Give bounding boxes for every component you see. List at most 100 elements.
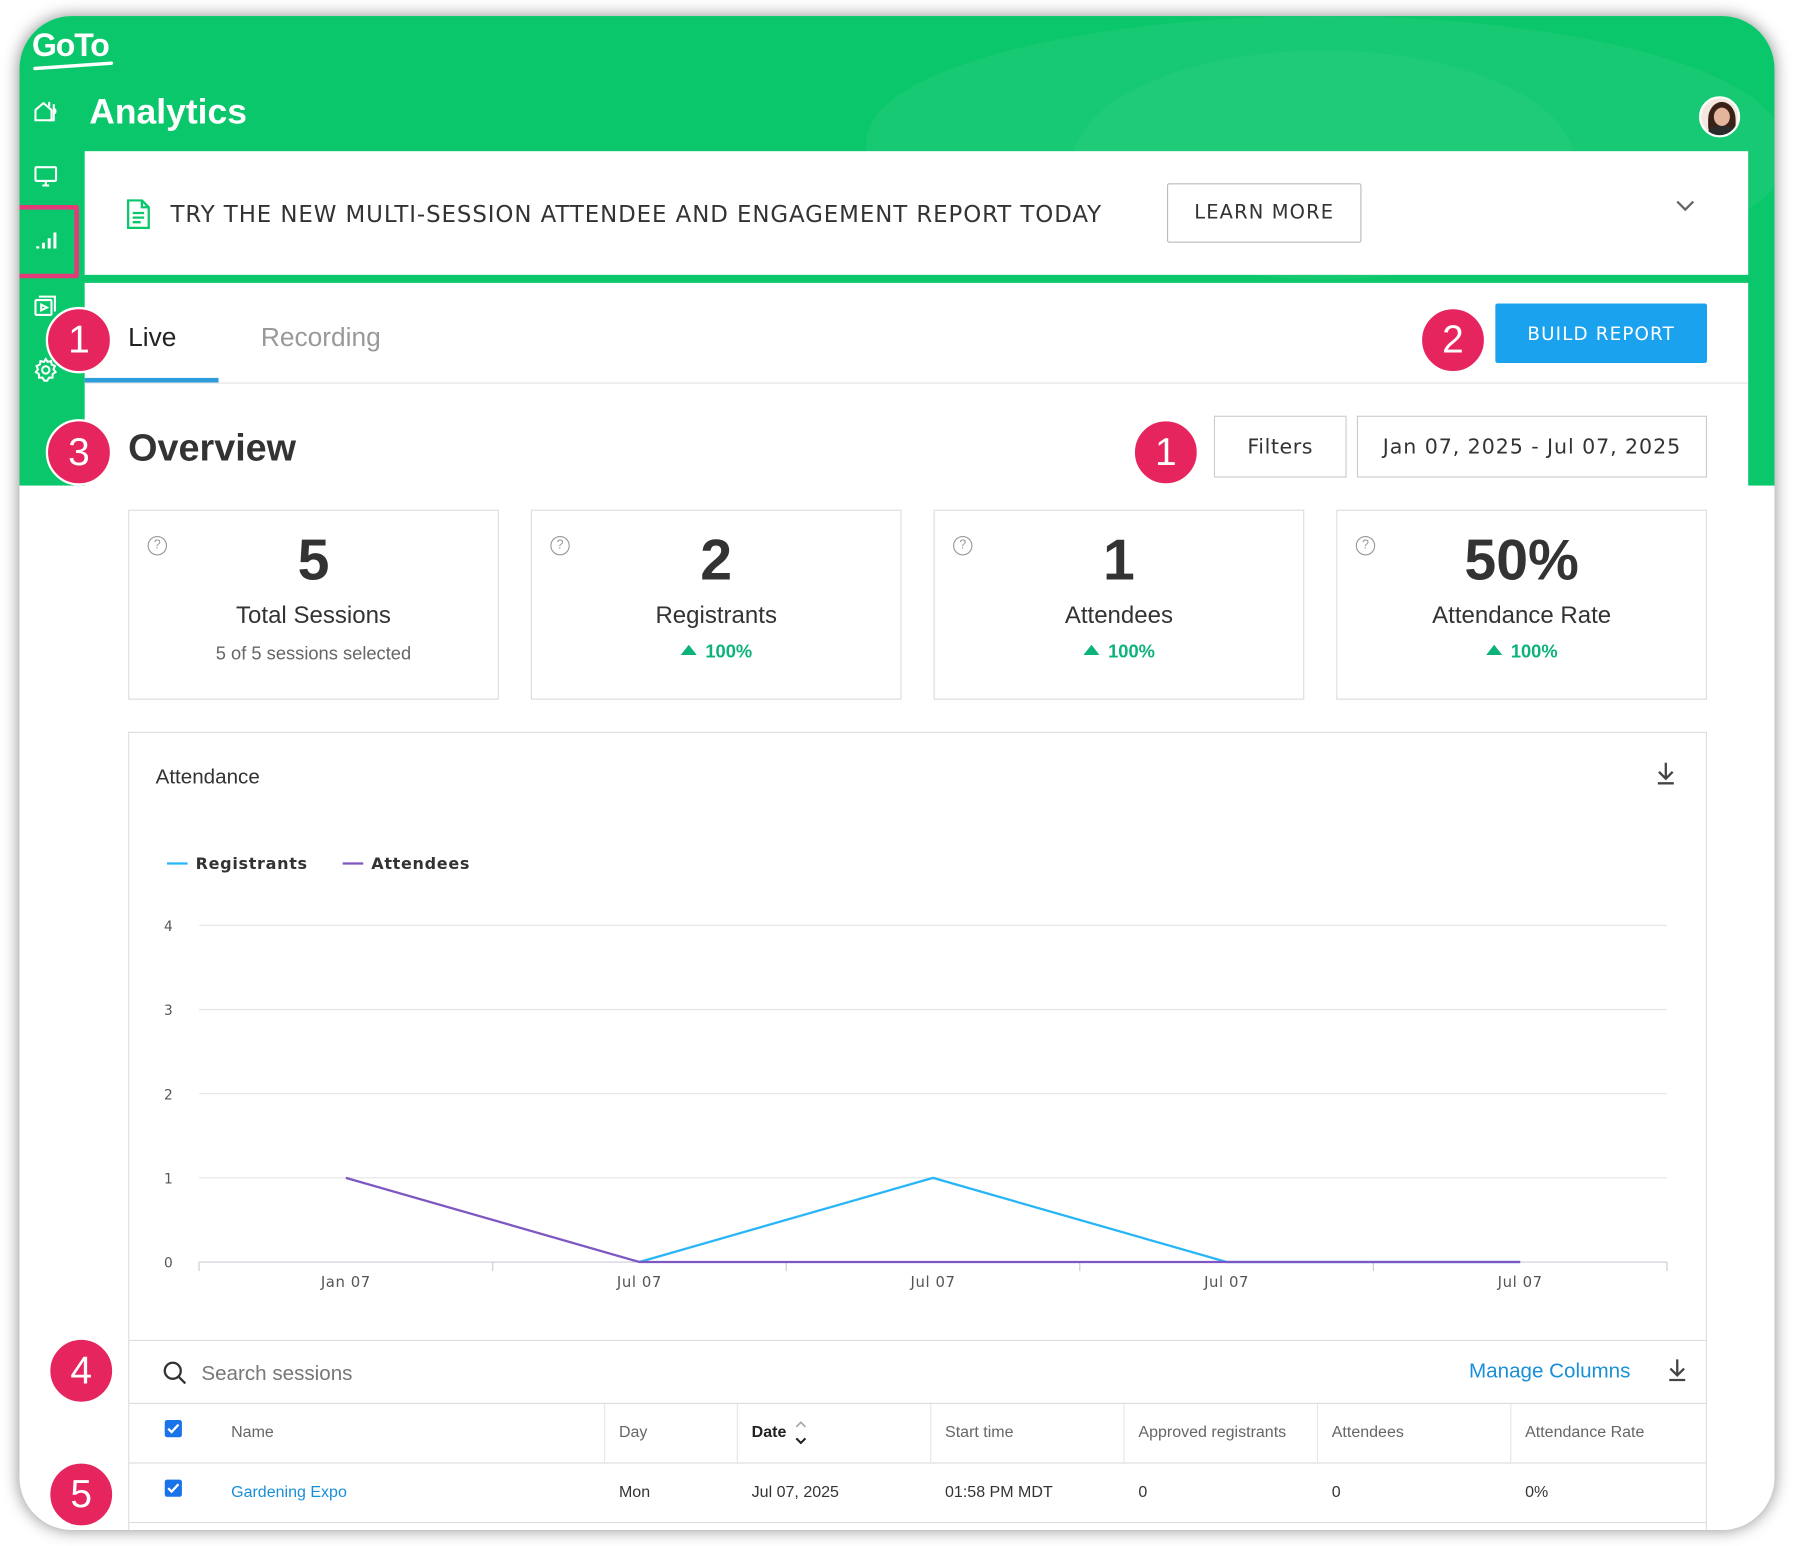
trend-up-icon [680, 644, 697, 656]
kpi-attendees: ? 1 Attendees 100% [933, 509, 1305, 700]
date-range-picker[interactable]: Jan 07, 2025 - Jul 07, 2025 [1356, 415, 1707, 478]
column-header-attendance-rate[interactable]: Attendance Rate [1525, 1422, 1644, 1440]
y-tick-label: 1 [164, 1172, 173, 1188]
kpi-delta: 100% [532, 642, 900, 663]
annotation-badge: 1 [1132, 419, 1200, 486]
sort-icon[interactable] [794, 1418, 808, 1448]
home-icon[interactable] [31, 96, 61, 126]
download-icon[interactable] [1666, 1357, 1689, 1382]
y-tick-label: 3 [164, 1003, 173, 1019]
column-divider [1316, 1404, 1319, 1464]
column-header-approved-registrants[interactable]: Approved registrants [1138, 1422, 1286, 1440]
x-tick-label: Jul 07 [910, 1273, 956, 1291]
x-tick-label: Jan 07 [320, 1273, 371, 1291]
session-name-link[interactable]: Gardening Expo [231, 1482, 347, 1500]
kpi-value: 2 [700, 527, 733, 593]
legend-label: Attendees [371, 854, 470, 873]
document-icon [126, 199, 150, 230]
attendance-chart-card: Attendance Registrants Attendees 0 1 2 3 4 Jan … [128, 731, 1707, 1530]
kpi-label: Registrants [655, 602, 777, 629]
filters-button[interactable]: Filters [1213, 415, 1347, 478]
kpi-delta: 100% [1337, 642, 1705, 663]
page-title: Analytics [89, 91, 247, 132]
kpi-value: 50% [1464, 527, 1579, 593]
session-approved-registrants: 0 [1138, 1481, 1148, 1501]
column-header-start-time[interactable]: Start time [945, 1422, 1014, 1440]
column-divider [736, 1404, 738, 1464]
build-report-button[interactable]: BUILD REPORT [1495, 303, 1707, 364]
promo-banner: TRY THE NEW MULTI-SESSION ATTENDEE AND E… [84, 151, 1749, 275]
kpi-label: Total Sessions [236, 602, 391, 629]
row-checkbox[interactable] [164, 1479, 182, 1497]
tab-bar: Live Recording BUILD REPORT [84, 283, 1749, 384]
kpi-delta: 100% [935, 642, 1303, 663]
kpi-value: 5 [297, 527, 330, 593]
table-header: Name Day Date Start time Approved regist… [129, 1404, 1706, 1464]
kpi-attendance-rate: ? 50% Attendance Rate 100% [1336, 509, 1707, 700]
search-icon [163, 1361, 187, 1385]
annotation-badge: 5 [48, 1461, 115, 1528]
kpi-registrants: ? 2 Registrants 100% [530, 509, 902, 700]
kpi-subtext: 5 of 5 sessions selected [215, 644, 412, 665]
column-divider [604, 1404, 606, 1464]
window-frame: GoTo Analytics TRY THE NEW MULTI-SESSION… [19, 16, 1775, 1530]
y-tick-label: 2 [164, 1087, 173, 1103]
x-tick-label: Jul 07 [616, 1273, 662, 1291]
trend-up-icon [1485, 644, 1502, 656]
column-header-date[interactable]: Date [752, 1422, 787, 1440]
sidebar: GoTo [19, 16, 114, 486]
table-row[interactable]: Gardening Expo Mon Jul 07, 2025 01:58 PM… [129, 1464, 1706, 1524]
x-tick-label: Jul 07 [1203, 1273, 1249, 1291]
session-date: Jul 07, 2025 [751, 1481, 839, 1501]
column-divider [1510, 1404, 1512, 1464]
session-day: Mon [618, 1481, 651, 1501]
bar-chart-icon[interactable] [31, 226, 61, 256]
chart-title: Attendance [155, 764, 260, 788]
session-attendees: 0 [1331, 1481, 1341, 1501]
column-divider [930, 1404, 932, 1464]
kpi-delta-value: 100% [1510, 642, 1558, 662]
session-start-time: 01:58 PM MDT [945, 1481, 1053, 1501]
kpi-delta-value: 100% [1108, 642, 1155, 662]
kpi-value: 1 [1103, 527, 1135, 593]
tab-live[interactable]: Live [128, 322, 176, 353]
main-content: Live Recording BUILD REPORT Overview Fil… [84, 282, 1749, 1530]
table-toolbar: Manage Columns [129, 1339, 1706, 1405]
kpi-total-sessions: ? 5 Total Sessions 5 of 5 sessions selec… [128, 509, 499, 700]
annotation-badge: 4 [48, 1337, 115, 1405]
tab-recording[interactable]: Recording [261, 322, 381, 353]
app-window: GoTo Analytics TRY THE NEW MULTI-SESSION… [0, 0, 1794, 1546]
kpi-delta-value: 100% [705, 642, 753, 662]
avatar-face [1713, 107, 1730, 126]
annotation-badge: 1 [45, 306, 113, 374]
x-tick-label: Jul 07 [1497, 1273, 1543, 1291]
session-attendance-rate: 0% [1525, 1481, 1549, 1501]
annotation-badge: 2 [1419, 306, 1487, 374]
column-header-attendees[interactable]: Attendees [1332, 1422, 1404, 1440]
search-input[interactable] [201, 1352, 774, 1394]
kpi-label: Attendees [1064, 602, 1174, 629]
column-header-day[interactable]: Day [619, 1422, 647, 1440]
annotation-badge: 3 [45, 419, 113, 486]
trend-up-icon [1082, 644, 1099, 656]
attendance-line-chart: Registrants Attendees 0 1 2 3 4 Jan 07 Jul 07 Jul… [164, 854, 1668, 1291]
avatar[interactable] [1698, 96, 1741, 138]
y-tick-label: 0 [164, 1256, 173, 1272]
learn-more-button[interactable]: LEARN MORE [1166, 183, 1362, 243]
legend-label: Registrants [196, 854, 308, 873]
kpi-label: Attendance Rate [1432, 602, 1612, 629]
series-line-attendees [345, 1176, 1521, 1264]
select-all-checkbox[interactable] [164, 1420, 182, 1438]
banner-text: TRY THE NEW MULTI-SESSION ATTENDEE AND E… [170, 200, 1103, 228]
column-header-name[interactable]: Name [231, 1422, 274, 1440]
download-icon[interactable] [1654, 760, 1677, 785]
monitor-icon[interactable] [31, 161, 61, 191]
y-tick-label: 4 [164, 919, 173, 935]
manage-columns-link[interactable]: Manage Columns [1469, 1359, 1630, 1383]
active-tab-indicator [84, 377, 219, 383]
chevron-down-icon[interactable] [1672, 192, 1699, 219]
column-divider [1123, 1404, 1125, 1464]
overview-title: Overview [128, 426, 297, 469]
series-line-registrants [639, 1176, 1521, 1264]
goto-logo[interactable]: GoTo [32, 27, 110, 64]
